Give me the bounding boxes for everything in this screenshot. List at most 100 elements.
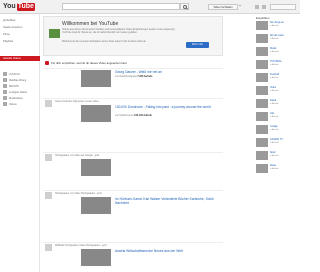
activity-meta: Hochgeladen von Video Hochgeladen - jetz… [55,192,102,195]
avatar[interactable] [45,154,52,161]
recommended-item[interactable]: TUTORIAL x Aufrufe [256,60,298,72]
guide-sidebar: globeMap Spiele ansehen Filme Playlists … [0,14,40,272]
account-button[interactable] [270,3,296,10]
activity-meta: Hochgeladen von Video auf Google - jetzt [55,154,100,157]
recommended-title-link[interactable]: Lustige [270,125,278,128]
divider [43,190,223,191]
recommended-title-link[interactable]: Die Jungs an [270,21,284,24]
sidebar-channel-label: Videos [9,102,17,106]
recommended-title-link[interactable]: Clip [270,112,274,115]
recommended-title-link[interactable]: Wo die Liebe [270,34,284,37]
recommended-title-link[interactable]: Musik [270,47,276,50]
sidebar-channel-label: UUUUUU [9,72,20,76]
recommended-title-link[interactable]: Spiel [270,151,275,154]
view-count: x Aufrufe [270,64,279,66]
video-thumbnail[interactable] [256,99,268,108]
video-thumbnail[interactable] [256,112,268,121]
recommended-title-link[interactable]: TUTORIAL [270,60,282,63]
video-thumbnail[interactable] [81,105,111,122]
activity-meta: Willibald Hochgeladen Video Hochgeladen … [55,244,107,247]
sidebar-channel-item[interactable]: Matthias Zhang [3,78,37,82]
video-thumbnail[interactable] [256,125,268,134]
recommended-item[interactable]: Die Jungs an x Aufrufe [256,21,298,33]
video-thumbnail[interactable] [81,159,111,176]
view-count: x Aufrufe [270,168,279,170]
channel-link[interactable]: von MyDominoes [115,114,133,117]
recommended-title: Empfohlen [256,16,270,20]
chevron-down-icon[interactable] [239,5,241,6]
channel-thumbnail [3,96,7,100]
video-thumbnail[interactable] [256,138,268,147]
logo-you-text: You [3,3,16,10]
avatar[interactable] [45,192,52,199]
welcome-description: Videos aus deinen abonnierten Kanälen un… [62,28,176,34]
video-title-link[interactable]: Im Hörbuch-Kanal: Karl Walser Veränderte… [115,197,215,205]
notifications-icon[interactable] [255,5,259,9]
recommended-item[interactable]: Fussball x Aufrufe [256,73,298,85]
avatar[interactable] [45,244,52,251]
view-count: 7.936 Aufrufe [137,75,153,78]
recommended-item[interactable]: Clip x Aufrufe [256,112,298,124]
video-thumbnail[interactable] [256,86,268,95]
divider [43,68,223,69]
feed-header: Für dich empfohlen, weil du dir dieses V… [43,60,223,66]
video-thumbnail[interactable] [81,249,111,266]
youtube-logo[interactable]: You Tube [3,3,35,11]
recommended-title-link[interactable]: CASINO TV [270,138,283,141]
recommended-title-link[interactable]: Reise [270,164,276,167]
sidebar-channel-item[interactable]: Musikvideos [3,96,37,100]
video-thumbnail[interactable] [81,70,111,87]
share-icon[interactable] [262,5,266,9]
upload-button[interactable]: Video hochladen [208,3,238,10]
recommended-title-link[interactable]: Kanal [270,99,276,102]
search-button[interactable] [180,3,189,10]
video-thumbnail[interactable] [256,164,268,173]
video-title-link[interactable]: Austria Wirtschaftsservice Neues aus der… [115,249,215,253]
view-count: x Aufrufe [270,77,279,79]
channel-thumbnail [3,72,7,76]
video-title-link[interactable]: 100,000 Dominoes - Falling into past - a… [115,105,211,109]
sidebar-channel-item[interactable]: UUUUUU [3,72,37,76]
video-thumbnail[interactable] [256,34,268,43]
video-thumbnail[interactable] [256,73,268,82]
search-icon [182,4,187,9]
recommended-item[interactable]: Lustige x Aufrufe [256,125,298,137]
recommended-item[interactable]: CASINO TV x Aufrufe [256,138,298,150]
recommended-item[interactable]: Video x Aufrufe [256,86,298,98]
sidebar-channel-item[interactable]: MiiUSTK [3,84,37,88]
channel-thumbnail [3,90,7,94]
recommended-item[interactable]: Reise x Aufrufe [256,164,298,176]
recommended-title-link[interactable]: Fussball [270,73,279,76]
sidebar-link-4[interactable]: Playlists [3,40,13,43]
view-count: x Aufrufe [270,129,279,131]
avatar[interactable] [45,100,52,107]
learn-more-button[interactable]: Mehr Info! [186,42,209,48]
recommended-item[interactable]: Musik x Aufrufe [256,47,298,59]
view-count: x Aufrufe [270,116,279,118]
channel-link[interactable]: von NachtFestspiele [115,75,137,78]
video-thumbnail[interactable] [256,151,268,160]
recommendation-icon [45,61,49,65]
welcome-title: Willkommen bei YouTube [62,21,119,27]
recommended-item[interactable]: Kanal x Aufrufe [256,99,298,111]
divider [43,242,223,243]
video-channel: von MyDominoes 108.128 Aufrufe [115,114,152,117]
sidebar-link-3[interactable]: Filme [3,33,10,36]
video-thumbnail[interactable] [81,197,111,214]
sidebar-channel-label: Musikvideos [9,96,23,100]
video-title-link[interactable]: Georg Danzer - Weiß mir net an [115,70,162,74]
sidebar-channel-item[interactable]: Videos [3,102,37,106]
feed-item: Willibald Hochgeladen Video Hochgeladen … [43,244,223,272]
sidebar-channel-item[interactable]: Lustigste Videos [3,90,37,94]
video-thumbnail[interactable] [256,21,268,30]
sidebar-item-active[interactable]: Aktuelle Videos [0,56,40,61]
sidebar-link-1[interactable]: globeMap [3,19,15,22]
video-thumbnail[interactable] [256,47,268,56]
sidebar-link-2[interactable]: Spiele ansehen [3,26,22,29]
video-thumbnail[interactable] [256,60,268,69]
recommended-item[interactable]: Wo die Liebe x Aufrufe [256,34,298,46]
recommended-item[interactable]: Spiel x Aufrufe [256,151,298,163]
masthead: You Tube Video hochladen [0,0,300,14]
recommended-title-link[interactable]: Video [270,86,276,89]
search-input[interactable] [62,3,180,10]
